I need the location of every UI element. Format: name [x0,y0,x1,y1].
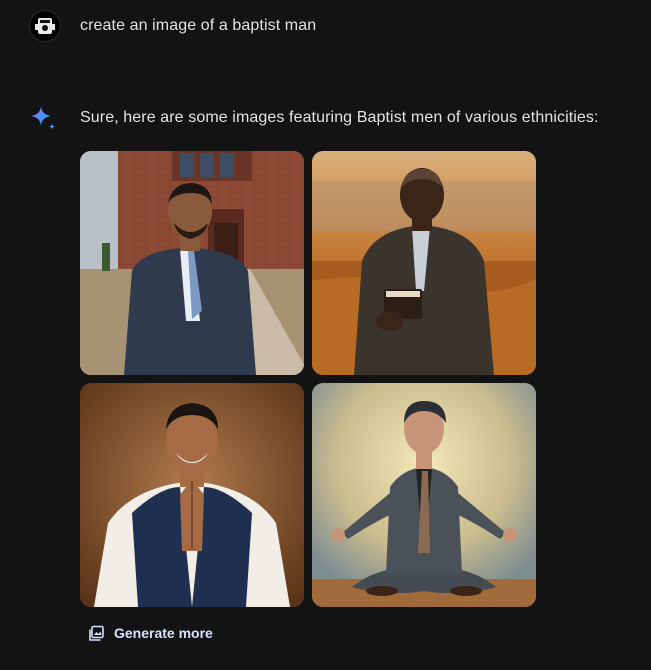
generated-images-grid [80,151,536,607]
user-avatar-icon[interactable] [29,10,61,42]
generated-image-1[interactable] [80,151,304,375]
image-stack-icon [89,625,104,641]
user-prompt-text: create an image of a baptist man [80,17,317,34]
chat-page: create an image of a baptist man Sure, h… [0,0,651,670]
generated-image-2[interactable] [312,151,536,375]
generated-image-4[interactable] [312,383,536,607]
assistant-reply-header: Sure, here are some images featuring Bap… [29,104,599,132]
generated-image-3[interactable] [80,383,304,607]
generate-more-label: Generate more [114,625,213,641]
assistant-reply-text: Sure, here are some images featuring Bap… [80,109,599,126]
generate-more-button[interactable]: Generate more [80,618,221,648]
user-message: create an image of a baptist man [29,10,316,42]
gemini-sparkle-icon [31,106,55,130]
